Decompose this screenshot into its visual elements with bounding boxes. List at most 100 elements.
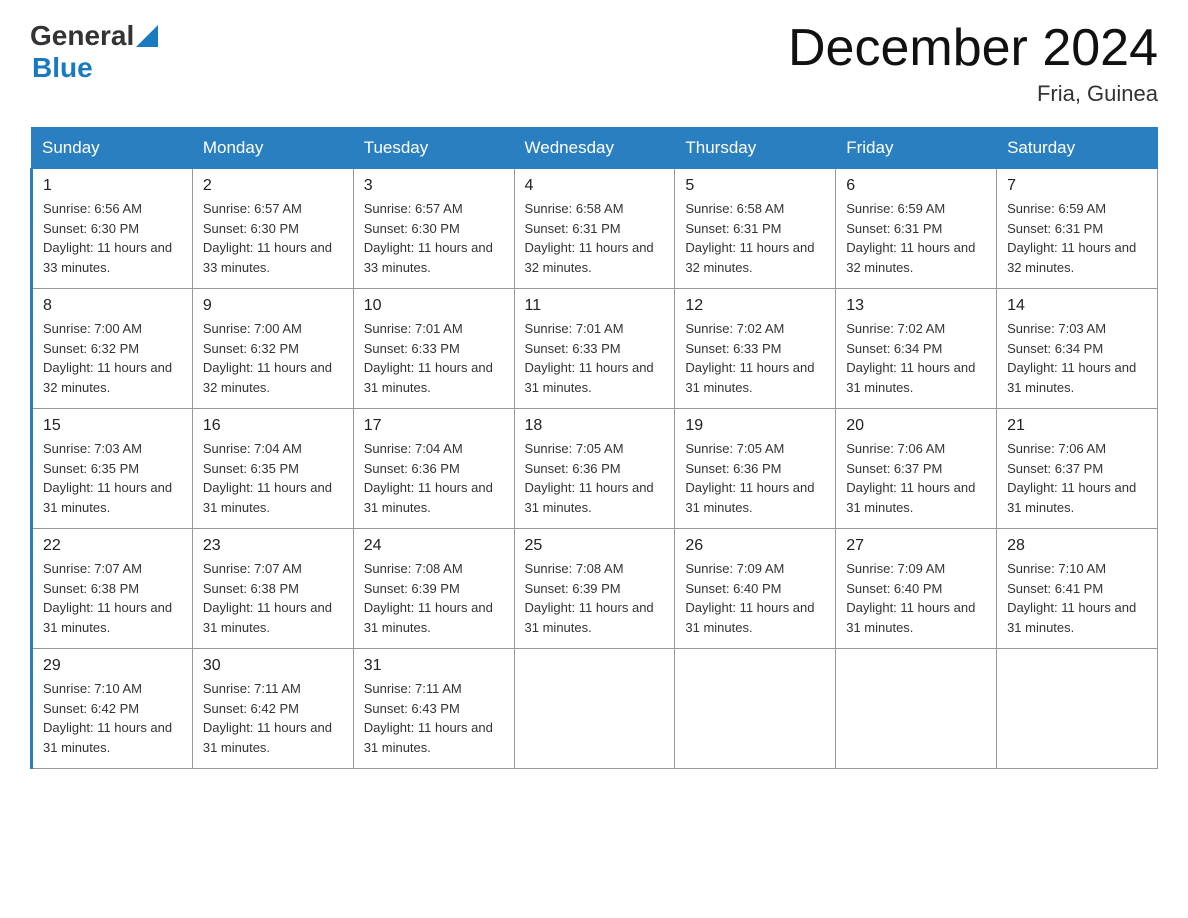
day-info: Sunrise: 7:10 AMSunset: 6:41 PMDaylight:…	[1007, 559, 1147, 637]
day-info: Sunrise: 7:03 AMSunset: 6:34 PMDaylight:…	[1007, 319, 1147, 397]
calendar-cell: 5 Sunrise: 6:58 AMSunset: 6:31 PMDayligh…	[675, 169, 836, 289]
day-header-thursday: Thursday	[675, 128, 836, 169]
day-number: 9	[203, 297, 343, 315]
day-header-sunday: Sunday	[32, 128, 193, 169]
calendar-cell	[514, 649, 675, 769]
day-info: Sunrise: 6:57 AMSunset: 6:30 PMDaylight:…	[203, 199, 343, 277]
day-number: 5	[685, 177, 825, 195]
calendar-cell	[997, 649, 1158, 769]
day-number: 29	[43, 657, 182, 675]
calendar-cell: 11 Sunrise: 7:01 AMSunset: 6:33 PMDaylig…	[514, 289, 675, 409]
calendar-cell: 15 Sunrise: 7:03 AMSunset: 6:35 PMDaylig…	[32, 409, 193, 529]
location-text: Fria, Guinea	[788, 81, 1158, 107]
month-title: December 2024	[788, 20, 1158, 77]
day-number: 6	[846, 177, 986, 195]
day-header-tuesday: Tuesday	[353, 128, 514, 169]
day-number: 4	[525, 177, 665, 195]
day-number: 10	[364, 297, 504, 315]
day-header-saturday: Saturday	[997, 128, 1158, 169]
calendar-cell: 22 Sunrise: 7:07 AMSunset: 6:38 PMDaylig…	[32, 529, 193, 649]
calendar-cell: 30 Sunrise: 7:11 AMSunset: 6:42 PMDaylig…	[192, 649, 353, 769]
calendar-cell: 27 Sunrise: 7:09 AMSunset: 6:40 PMDaylig…	[836, 529, 997, 649]
day-header-wednesday: Wednesday	[514, 128, 675, 169]
calendar-cell: 14 Sunrise: 7:03 AMSunset: 6:34 PMDaylig…	[997, 289, 1158, 409]
calendar-cell: 3 Sunrise: 6:57 AMSunset: 6:30 PMDayligh…	[353, 169, 514, 289]
day-info: Sunrise: 7:08 AMSunset: 6:39 PMDaylight:…	[364, 559, 504, 637]
day-number: 11	[525, 297, 665, 315]
day-number: 16	[203, 417, 343, 435]
calendar-cell: 26 Sunrise: 7:09 AMSunset: 6:40 PMDaylig…	[675, 529, 836, 649]
calendar-cell: 20 Sunrise: 7:06 AMSunset: 6:37 PMDaylig…	[836, 409, 997, 529]
week-row-4: 22 Sunrise: 7:07 AMSunset: 6:38 PMDaylig…	[32, 529, 1158, 649]
calendar-cell: 23 Sunrise: 7:07 AMSunset: 6:38 PMDaylig…	[192, 529, 353, 649]
day-number: 1	[43, 177, 182, 195]
calendar-cell: 29 Sunrise: 7:10 AMSunset: 6:42 PMDaylig…	[32, 649, 193, 769]
calendar-cell: 24 Sunrise: 7:08 AMSunset: 6:39 PMDaylig…	[353, 529, 514, 649]
day-number: 8	[43, 297, 182, 315]
day-number: 26	[685, 537, 825, 555]
week-row-5: 29 Sunrise: 7:10 AMSunset: 6:42 PMDaylig…	[32, 649, 1158, 769]
day-info: Sunrise: 7:05 AMSunset: 6:36 PMDaylight:…	[525, 439, 665, 517]
day-header-monday: Monday	[192, 128, 353, 169]
day-info: Sunrise: 7:04 AMSunset: 6:36 PMDaylight:…	[364, 439, 504, 517]
week-row-2: 8 Sunrise: 7:00 AMSunset: 6:32 PMDayligh…	[32, 289, 1158, 409]
calendar-cell: 16 Sunrise: 7:04 AMSunset: 6:35 PMDaylig…	[192, 409, 353, 529]
day-info: Sunrise: 7:11 AMSunset: 6:43 PMDaylight:…	[364, 679, 504, 757]
day-number: 19	[685, 417, 825, 435]
day-info: Sunrise: 7:07 AMSunset: 6:38 PMDaylight:…	[203, 559, 343, 637]
page-header: General Blue December 2024 Fria, Guinea	[30, 20, 1158, 107]
calendar-cell: 25 Sunrise: 7:08 AMSunset: 6:39 PMDaylig…	[514, 529, 675, 649]
day-number: 23	[203, 537, 343, 555]
calendar-cell: 12 Sunrise: 7:02 AMSunset: 6:33 PMDaylig…	[675, 289, 836, 409]
calendar-cell: 13 Sunrise: 7:02 AMSunset: 6:34 PMDaylig…	[836, 289, 997, 409]
day-info: Sunrise: 6:58 AMSunset: 6:31 PMDaylight:…	[685, 199, 825, 277]
week-row-1: 1 Sunrise: 6:56 AMSunset: 6:30 PMDayligh…	[32, 169, 1158, 289]
day-number: 28	[1007, 537, 1147, 555]
day-info: Sunrise: 7:06 AMSunset: 6:37 PMDaylight:…	[846, 439, 986, 517]
calendar-cell: 28 Sunrise: 7:10 AMSunset: 6:41 PMDaylig…	[997, 529, 1158, 649]
calendar-cell: 6 Sunrise: 6:59 AMSunset: 6:31 PMDayligh…	[836, 169, 997, 289]
logo-general-text: General	[30, 20, 134, 52]
calendar-cell: 21 Sunrise: 7:06 AMSunset: 6:37 PMDaylig…	[997, 409, 1158, 529]
day-number: 22	[43, 537, 182, 555]
day-number: 24	[364, 537, 504, 555]
day-info: Sunrise: 6:58 AMSunset: 6:31 PMDaylight:…	[525, 199, 665, 277]
day-number: 27	[846, 537, 986, 555]
day-info: Sunrise: 7:01 AMSunset: 6:33 PMDaylight:…	[364, 319, 504, 397]
day-info: Sunrise: 7:06 AMSunset: 6:37 PMDaylight:…	[1007, 439, 1147, 517]
day-info: Sunrise: 7:07 AMSunset: 6:38 PMDaylight:…	[43, 559, 182, 637]
day-number: 20	[846, 417, 986, 435]
day-info: Sunrise: 7:00 AMSunset: 6:32 PMDaylight:…	[203, 319, 343, 397]
calendar-cell: 17 Sunrise: 7:04 AMSunset: 6:36 PMDaylig…	[353, 409, 514, 529]
days-header-row: SundayMondayTuesdayWednesdayThursdayFrid…	[32, 128, 1158, 169]
logo-blue-text: Blue	[32, 52, 93, 84]
day-info: Sunrise: 7:01 AMSunset: 6:33 PMDaylight:…	[525, 319, 665, 397]
title-block: December 2024 Fria, Guinea	[788, 20, 1158, 107]
logo-triangle-icon	[136, 25, 158, 47]
day-info: Sunrise: 7:09 AMSunset: 6:40 PMDaylight:…	[846, 559, 986, 637]
day-header-friday: Friday	[836, 128, 997, 169]
week-row-3: 15 Sunrise: 7:03 AMSunset: 6:35 PMDaylig…	[32, 409, 1158, 529]
logo: General Blue	[30, 20, 158, 84]
calendar-cell: 8 Sunrise: 7:00 AMSunset: 6:32 PMDayligh…	[32, 289, 193, 409]
day-number: 14	[1007, 297, 1147, 315]
day-number: 2	[203, 177, 343, 195]
calendar-cell	[836, 649, 997, 769]
day-info: Sunrise: 6:57 AMSunset: 6:30 PMDaylight:…	[364, 199, 504, 277]
day-number: 25	[525, 537, 665, 555]
day-info: Sunrise: 7:10 AMSunset: 6:42 PMDaylight:…	[43, 679, 182, 757]
day-number: 15	[43, 417, 182, 435]
calendar-cell: 7 Sunrise: 6:59 AMSunset: 6:31 PMDayligh…	[997, 169, 1158, 289]
day-info: Sunrise: 7:04 AMSunset: 6:35 PMDaylight:…	[203, 439, 343, 517]
calendar-cell: 19 Sunrise: 7:05 AMSunset: 6:36 PMDaylig…	[675, 409, 836, 529]
day-info: Sunrise: 7:11 AMSunset: 6:42 PMDaylight:…	[203, 679, 343, 757]
calendar-cell: 10 Sunrise: 7:01 AMSunset: 6:33 PMDaylig…	[353, 289, 514, 409]
calendar-cell: 2 Sunrise: 6:57 AMSunset: 6:30 PMDayligh…	[192, 169, 353, 289]
day-number: 12	[685, 297, 825, 315]
calendar-cell: 31 Sunrise: 7:11 AMSunset: 6:43 PMDaylig…	[353, 649, 514, 769]
calendar-cell: 1 Sunrise: 6:56 AMSunset: 6:30 PMDayligh…	[32, 169, 193, 289]
day-info: Sunrise: 7:02 AMSunset: 6:33 PMDaylight:…	[685, 319, 825, 397]
calendar-cell	[675, 649, 836, 769]
day-number: 17	[364, 417, 504, 435]
day-number: 7	[1007, 177, 1147, 195]
